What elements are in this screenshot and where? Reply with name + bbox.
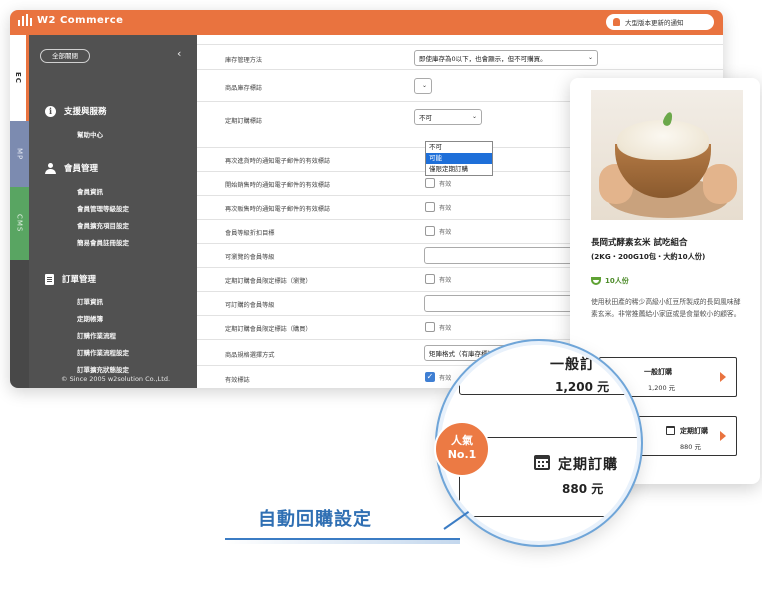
sidebar-item-order-flow-settings[interactable]: 訂購作業流程設定 [77, 347, 129, 357]
section-orders[interactable]: 訂單管理 [45, 273, 96, 285]
bell-icon [613, 18, 620, 26]
sidebar-item-order-info[interactable]: 訂單資訊 [77, 296, 103, 306]
info-icon: i [45, 105, 56, 117]
update-notice-button[interactable]: 大型版本更新的通知 [606, 14, 714, 30]
update-notice-label: 大型版本更新的通知 [625, 19, 684, 27]
app-name: W2 Commerce [37, 14, 124, 26]
side-tabs: EC MP CMS [10, 35, 29, 388]
copyright: © Since 2005 w2solution Co.,Ltd. [61, 375, 171, 383]
collapse-all-button[interactable]: 全部關閉 [40, 49, 90, 63]
sidebar-item-member-info[interactable]: 會員資訊 [77, 186, 103, 196]
bowl-icon [591, 277, 601, 285]
section-support[interactable]: i 支援與服務 [45, 105, 107, 117]
product-description: 使用秋田產的稀少高級小紅豆所製成的長岡風味酵素玄米。非常推薦給小家庭或是食量較小… [591, 298, 741, 318]
sale-start-mail-checkbox[interactable]: 有效 [425, 178, 451, 188]
sidebar-item-subscription-book[interactable]: 定期帳簿 [77, 313, 103, 323]
stage: W2 Commerce 大型版本更新的通知 EC MP CMS 全部關閉 ‹ i… [0, 0, 762, 610]
calendar-icon [666, 426, 675, 435]
inventory-method-select[interactable]: 即使庫存為0以下，也會顯示，但不可購買。 ⌄ [414, 50, 598, 66]
sidebar: 全部關閉 ‹ i 支援與服務 幫助中心 會員管理 會員資訊 會員管理等級設定 會… [29, 35, 197, 388]
arrow-right-icon [720, 431, 726, 441]
member-only-buy-checkbox[interactable]: 有效 [425, 322, 451, 332]
clipboard-icon [45, 273, 54, 285]
sidebar-item-order-ext-status[interactable]: 訂單擴充狀態設定 [77, 364, 129, 374]
section-support-title: 支援與服務 [64, 107, 107, 117]
chevron-down-icon: ⌄ [471, 113, 477, 120]
app-logo[interactable]: W2 Commerce [18, 14, 123, 26]
member-only-view-checkbox[interactable]: 有效 [425, 274, 451, 284]
section-members-title: 會員管理 [64, 164, 99, 174]
chevron-left-icon[interactable]: ‹ [177, 47, 181, 60]
dropdown-option[interactable]: 僅限定期訂購 [426, 164, 492, 175]
logo-icon [18, 14, 32, 26]
chevron-down-icon: ⌄ [421, 82, 427, 89]
user-icon [45, 162, 56, 174]
subscription-flag-dropdown: 不可 可能 僅限定期訂購 [425, 141, 493, 176]
sidebar-item-member-level[interactable]: 會員管理等級設定 [77, 203, 129, 213]
subscription-flag-select[interactable]: 不可 ⌄ [414, 109, 482, 125]
stock-flag-select[interactable]: ⌄ [414, 78, 432, 94]
checkmark-icon: ✓ [425, 372, 435, 382]
sidebar-item-order-flow[interactable]: 訂購作業流程 [77, 330, 116, 340]
tab-spacer [10, 260, 29, 388]
sidebar-item-member-ext[interactable]: 會員擴充項目設定 [77, 220, 129, 230]
tab-ec[interactable]: EC [10, 35, 29, 121]
product-subtitle: (2KG・200G10包・大約10人份) [591, 252, 706, 261]
section-members[interactable]: 會員管理 [45, 162, 98, 174]
product-title: 長岡式酵素玄米 試吃組合 [591, 238, 688, 248]
level-discount-checkbox[interactable]: 有效 [425, 226, 451, 236]
sidebar-item-simple-register[interactable]: 簡易會員註冊設定 [77, 237, 129, 247]
zoom-regular-option: 一般訂 1,200 元 [459, 345, 637, 395]
section-orders-title: 訂單管理 [62, 275, 97, 285]
product-photo [591, 90, 743, 220]
resale-mail-checkbox[interactable]: 有效 [425, 202, 451, 212]
calendar-icon [534, 455, 550, 470]
sidebar-item-help-center[interactable]: 幫助中心 [77, 129, 103, 139]
chevron-down-icon: ⌄ [587, 54, 593, 61]
tab-cms[interactable]: CMS [10, 187, 29, 260]
leader-line-diagonal [443, 510, 470, 530]
popular-badge: 人氣 No.1 [434, 421, 490, 477]
form-row-top [197, 35, 723, 45]
top-bar: W2 Commerce 大型版本更新的通知 [10, 10, 723, 35]
servings: 10人份 [591, 276, 629, 286]
form-row: 庫存管理方法 即使庫存為0以下，也會顯示，但不可購買。 ⌄ [197, 45, 723, 70]
valid-flag-checkbox[interactable]: ✓ 有效 [425, 372, 451, 382]
dropdown-option[interactable]: 不可 [426, 142, 492, 153]
tab-mp[interactable]: MP [10, 121, 29, 187]
dropdown-option-selected[interactable]: 可能 [426, 153, 492, 164]
feature-caption: 自動回購設定 [258, 509, 372, 530]
arrow-right-icon [720, 372, 726, 382]
